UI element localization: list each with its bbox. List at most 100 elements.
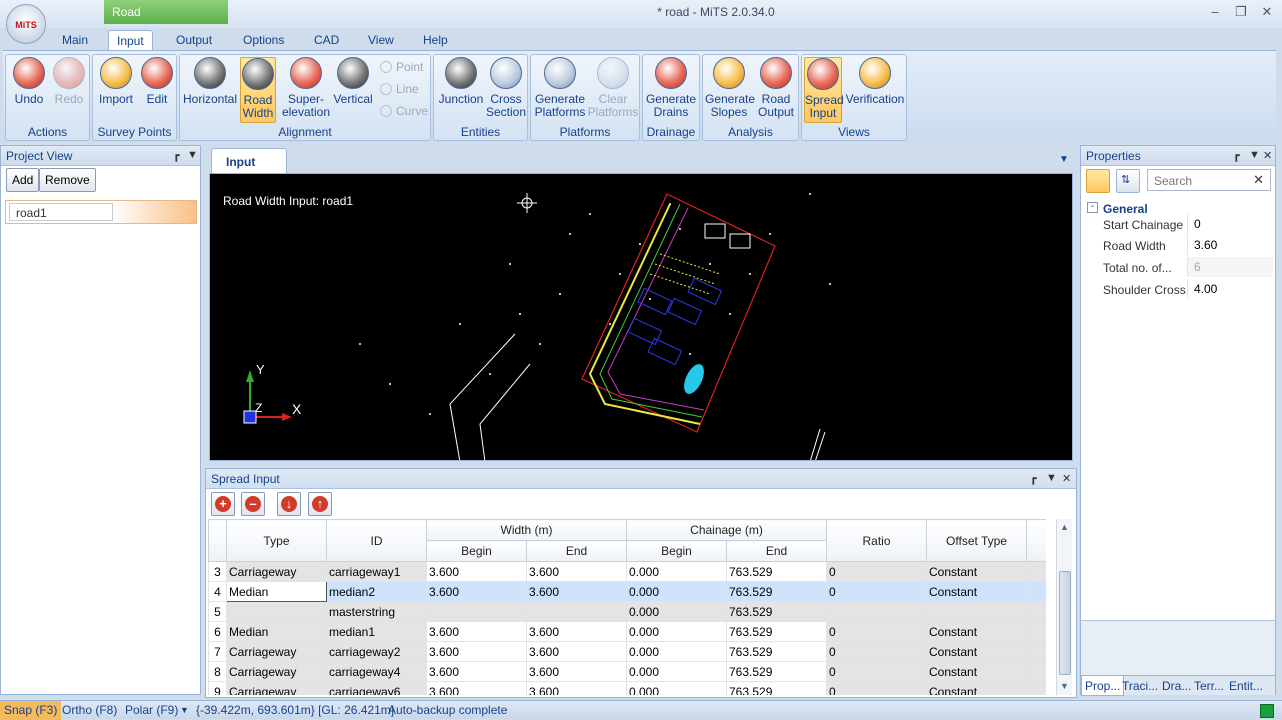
property-search-input[interactable]: Search ✕ xyxy=(1147,169,1271,191)
project-item[interactable]: road1 xyxy=(5,200,197,224)
cell-chainage-begin[interactable]: 0.000 xyxy=(626,621,727,642)
cell-ratio[interactable]: 0 xyxy=(826,561,928,582)
spread-input-button[interactable]: Spread Input xyxy=(804,57,844,123)
cell-chainage-end[interactable]: 763.529 xyxy=(725,561,828,582)
table-row[interactable]: 6 Median median1 3.600 3.600 0.000 763.5… xyxy=(208,621,1046,642)
property-row[interactable]: Shoulder Cross... 4.00 xyxy=(1081,279,1275,300)
remove-button[interactable]: Remove xyxy=(39,168,96,192)
cell-width-begin[interactable]: 3.600 xyxy=(426,561,527,582)
cell-width-end[interactable]: 3.600 xyxy=(526,561,627,582)
property-value[interactable]: 3.60 xyxy=(1187,235,1273,255)
cell-offset-type[interactable]: Constant xyxy=(926,641,1028,662)
alphabetical-sort-button[interactable]: ⇅ xyxy=(1116,169,1140,193)
tab-entities[interactable]: Entit... xyxy=(1226,676,1266,696)
column-header-ratio[interactable]: Ratio xyxy=(826,519,928,562)
cell-width-end[interactable]: 3.600 xyxy=(526,621,627,642)
tab-tracing[interactable]: Traci... xyxy=(1119,676,1161,696)
table-row[interactable]: 7 Carriageway carriageway2 3.600 3.600 0… xyxy=(208,641,1046,662)
polar-toggle[interactable]: Polar (F9) xyxy=(125,703,178,717)
cross-section-button[interactable]: Cross Section xyxy=(486,57,526,119)
column-header-width-begin[interactable]: Begin xyxy=(426,540,527,562)
property-value[interactable]: 4.00 xyxy=(1187,279,1273,299)
horizontal-button[interactable]: Horizontal xyxy=(182,57,238,106)
column-header-chainage-end[interactable]: End xyxy=(725,540,828,562)
redo-button[interactable]: Redo xyxy=(50,57,88,106)
point-button[interactable]: Point xyxy=(380,60,423,74)
cell-offset-type[interactable]: Constant xyxy=(926,621,1028,642)
cell-width-begin[interactable]: 3.600 xyxy=(426,621,527,642)
tab-input[interactable]: Input xyxy=(108,30,153,50)
cell-offset-type[interactable]: Constant xyxy=(926,581,1028,602)
cad-viewport[interactable]: Y Z X Road Width Input: road1 xyxy=(209,173,1073,461)
property-value[interactable]: 0 xyxy=(1187,214,1273,234)
generate-slopes-button[interactable]: Generate Slopes xyxy=(705,57,755,119)
undo-button[interactable]: Undo xyxy=(10,57,48,106)
cell-id[interactable]: carriageway1 xyxy=(326,561,427,582)
ortho-toggle[interactable]: Ortho (F8) xyxy=(62,703,117,717)
cell-chainage-begin[interactable]: 0.000 xyxy=(626,661,727,682)
document-list-dropdown-icon[interactable]: ▼ xyxy=(1059,154,1069,165)
column-header-id[interactable]: ID xyxy=(326,519,427,562)
junction-button[interactable]: Junction xyxy=(436,57,486,106)
tab-options[interactable]: Options xyxy=(235,30,292,50)
cell-width-end[interactable] xyxy=(526,601,627,622)
cell-width-begin[interactable] xyxy=(426,601,527,622)
cell-ratio[interactable]: 0 xyxy=(826,621,928,642)
cell-ratio[interactable]: 0 xyxy=(826,661,928,682)
import-button[interactable]: Import xyxy=(95,57,137,106)
close-button[interactable]: ✕ xyxy=(1254,2,1280,22)
cell-width-begin[interactable]: 3.600 xyxy=(426,661,527,682)
superelevation-button[interactable]: Super-elevation xyxy=(280,57,332,119)
close-panel-icon[interactable]: ✕ xyxy=(1062,472,1071,485)
panel-menu-icon[interactable]: ▼ xyxy=(1046,472,1057,484)
cell-type[interactable]: Carriageway xyxy=(226,641,327,662)
cell-chainage-end[interactable]: 763.529 xyxy=(725,581,828,602)
cell-chainage-begin[interactable]: 0.000 xyxy=(626,601,727,622)
cell-chainage-begin[interactable]: 0.000 xyxy=(626,581,727,602)
close-panel-icon[interactable]: ✕ xyxy=(1263,149,1272,162)
road-output-button[interactable]: Road Output xyxy=(755,57,797,119)
cell-width-end[interactable]: 3.600 xyxy=(526,581,627,602)
tab-view[interactable]: View xyxy=(360,30,402,50)
cell-id[interactable]: median1 xyxy=(326,621,427,642)
property-row[interactable]: Total no. of... 6 xyxy=(1081,257,1275,278)
tab-help[interactable]: Help xyxy=(415,30,456,50)
cell-id[interactable]: carriageway2 xyxy=(326,641,427,662)
cell-width-end[interactable]: 3.600 xyxy=(526,681,627,695)
property-row[interactable]: Start Chainage 0 xyxy=(1081,214,1275,235)
edit-button[interactable]: Edit xyxy=(139,57,175,106)
pin-icon[interactable]: ┏ xyxy=(1233,149,1240,162)
polar-dropdown-icon[interactable]: ▼ xyxy=(180,705,189,715)
verification-button[interactable]: Verification xyxy=(844,57,906,106)
tab-terrain[interactable]: Terr... xyxy=(1191,676,1227,696)
road-width-button[interactable]: Road Width xyxy=(240,57,276,123)
project-item-label[interactable]: road1 xyxy=(9,203,113,221)
line-button[interactable]: Line xyxy=(380,82,419,96)
cell-chainage-end[interactable]: 763.529 xyxy=(725,601,828,622)
scroll-down-icon[interactable]: ▼ xyxy=(1060,681,1069,691)
move-down-button[interactable]: ↓ xyxy=(277,492,301,516)
move-up-button[interactable]: ↑ xyxy=(308,492,332,516)
cell-id[interactable]: median2 xyxy=(326,581,427,602)
cell-type[interactable]: Carriageway xyxy=(226,661,327,682)
pin-icon[interactable]: ┏ xyxy=(173,149,180,162)
minimize-button[interactable]: – xyxy=(1202,2,1228,22)
collapse-icon[interactable]: - xyxy=(1087,202,1098,213)
cell-chainage-end[interactable]: 763.529 xyxy=(725,681,828,695)
cell-chainage-end[interactable]: 763.529 xyxy=(725,641,828,662)
table-row[interactable]: 3 Carriageway carriageway1 3.600 3.600 0… xyxy=(208,561,1046,582)
cell-width-begin[interactable]: 3.600 xyxy=(426,681,527,695)
tab-drainage[interactable]: Dra... xyxy=(1159,676,1194,696)
property-row[interactable]: Road Width 3.60 xyxy=(1081,235,1275,256)
tab-input-document[interactable]: Input xyxy=(211,148,287,173)
application-menu-button[interactable]: MiTS xyxy=(6,4,46,44)
cell-chainage-begin[interactable]: 0.000 xyxy=(626,681,727,695)
column-header-chainage-begin[interactable]: Begin xyxy=(626,540,727,562)
cell-ratio[interactable]: 0 xyxy=(826,581,928,602)
column-header-type[interactable]: Type xyxy=(226,519,327,562)
tab-output[interactable]: Output xyxy=(168,30,220,50)
clear-platforms-button[interactable]: Clear Platforms xyxy=(587,57,639,119)
snap-toggle[interactable]: Snap (F3) xyxy=(0,701,62,720)
scrollbar-thumb[interactable] xyxy=(1059,571,1071,675)
cell-offset-type[interactable]: Constant xyxy=(926,681,1028,695)
